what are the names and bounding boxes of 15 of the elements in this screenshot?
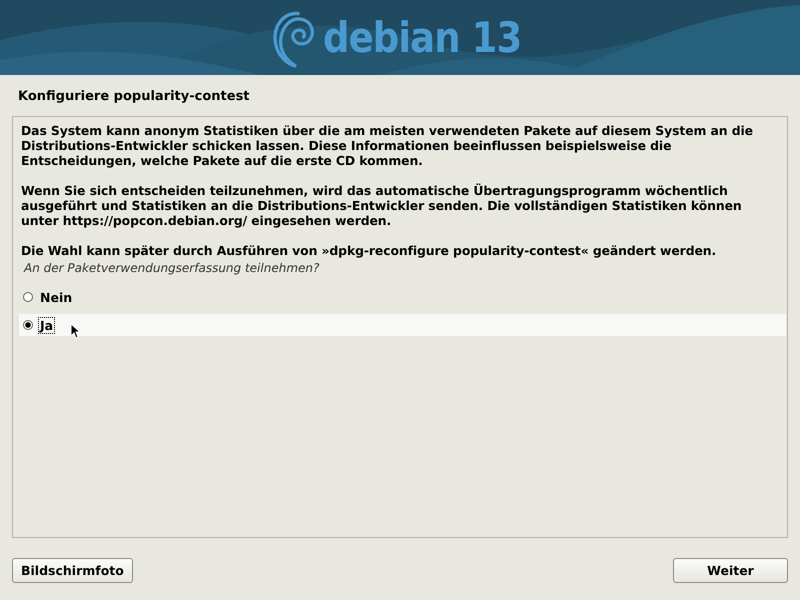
page-title: Konfiguriere popularity-contest bbox=[18, 88, 251, 106]
description-paragraph: Das System kann anonym Statistiken über die am meisten verwendeten Pakete auf diesem System an die Distributions-Entwickler schicken lassen. Diese Informationen beeinflussen beispielsweise die Entscheidungen, welche Pakete auf die erste CD kommen. bbox=[21, 123, 754, 168]
question-text: An der Paketverwendungserfassung teilnehmen? bbox=[24, 261, 320, 277]
mouse-pointer-icon bbox=[70, 323, 80, 339]
screenshot-button[interactable]: Bildschirmfoto bbox=[12, 558, 133, 583]
radio-button[interactable] bbox=[23, 320, 33, 330]
selected-option-row[interactable]: Ja bbox=[19, 314, 786, 336]
option-label: Ja bbox=[39, 318, 54, 332]
description-paragraph: Wenn Sie sich entscheiden teilzunehmen, wird das automatische Übertragungsprogramm wöchentlich ausgeführt und Statistiken an die Distributions-Entwickler senden. Die vollständigen Statistiken können unter https://popcon.debian.org/ eingesehen werden. bbox=[21, 183, 743, 228]
radio-button[interactable] bbox=[23, 292, 33, 302]
option-label: Nein bbox=[39, 290, 74, 304]
continue-button[interactable]: Weiter bbox=[673, 558, 788, 583]
option-row[interactable]: Nein bbox=[19, 286, 786, 308]
description-paragraph: Die Wahl kann später durch Ausführen von »dpkg-reconfigure popularity-contest« geändert werden. bbox=[21, 243, 718, 258]
logo-text: debian 13 bbox=[323, 13, 522, 62]
